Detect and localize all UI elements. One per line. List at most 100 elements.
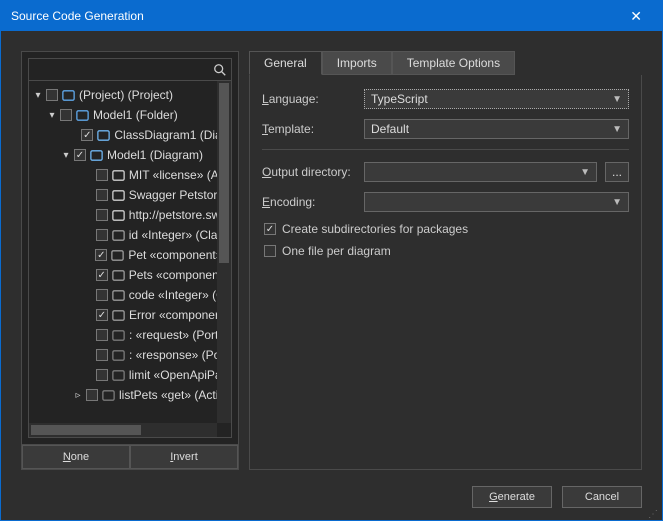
window-title: Source Code Generation (11, 9, 144, 23)
tree-node-label: (Project) (Project) (79, 88, 173, 102)
tree-checkbox[interactable] (86, 389, 98, 401)
tree-node-label: Pet «component» (C (128, 248, 231, 262)
one-file-checkbox[interactable] (264, 245, 276, 257)
tab-template-options[interactable]: Template Options (392, 51, 515, 75)
tree-node-icon (110, 248, 125, 263)
tree-node-label: Model1 (Folder) (93, 108, 178, 122)
tree-row[interactable]: ▾ Model1 (Diagram) (29, 145, 231, 165)
tree-checkbox[interactable] (96, 229, 108, 241)
language-value: TypeScript (371, 92, 428, 106)
tree-node-icon (111, 168, 126, 183)
tree-row[interactable]: MIT «license» (Artif (29, 165, 231, 185)
tree-checkbox[interactable] (96, 289, 108, 301)
tree-checkbox[interactable] (95, 249, 107, 261)
tree-node-icon (101, 388, 116, 403)
invert-button[interactable]: Invert (130, 445, 238, 469)
resize-grip[interactable]: ⋰ (648, 513, 659, 517)
tree-node-icon (111, 348, 126, 363)
tree-row[interactable]: Swagger Petstore « (29, 185, 231, 205)
tree-node-label: Pets «componentAr (129, 268, 231, 282)
tree-node-icon (61, 88, 76, 103)
tree-node-label: : «request» (Port) (129, 328, 222, 342)
one-file-label: One file per diagram (282, 244, 391, 258)
encoding-select[interactable]: ▼ (364, 192, 629, 212)
tree-checkbox[interactable] (74, 149, 86, 161)
tree-node-icon (111, 208, 126, 223)
tree-row[interactable]: : «request» (Port) (29, 325, 231, 345)
tree-checkbox[interactable] (96, 209, 108, 221)
tree-node-icon (111, 368, 126, 383)
tree-checkbox[interactable] (96, 309, 108, 321)
tree-row[interactable]: Error «component» (29, 305, 231, 325)
tree-checkbox[interactable] (96, 189, 108, 201)
output-dir-select[interactable]: ▼ (364, 162, 597, 182)
search-icon (213, 63, 227, 77)
scrollbar-thumb[interactable] (31, 425, 141, 435)
tree-node-label: code «Integer» (Cla (129, 288, 231, 302)
none-button[interactable]: None (22, 445, 130, 469)
tree-row[interactable]: ▹ listPets «get» (Activ (29, 385, 231, 405)
tree-node-label: http://petstore.swag (129, 208, 231, 222)
tree-node-label: listPets «get» (Activ (119, 388, 224, 402)
tree-node-icon (111, 228, 126, 243)
generate-button[interactable]: Generate (472, 486, 552, 508)
tree-row[interactable]: id «Integer» (Class) (29, 225, 231, 245)
tree-checkbox[interactable] (96, 349, 108, 361)
tree-panel: ▾ (Project) (Project) ▾ Model1 (Folder) Clas… (21, 51, 239, 470)
language-select[interactable]: TypeScript ▼ (364, 89, 629, 109)
tree-twisty-icon[interactable]: ▹ (73, 390, 83, 401)
tab-imports[interactable]: Imports (322, 51, 392, 75)
tree-node-icon (89, 148, 104, 163)
tab-bar: General Imports Template Options (249, 51, 642, 75)
tree-node-icon (111, 288, 126, 303)
tree-checkbox[interactable] (60, 109, 72, 121)
tree-twisty-icon[interactable]: ▾ (33, 90, 43, 101)
tree-node-icon (75, 108, 90, 123)
close-icon[interactable]: ✕ (620, 4, 652, 29)
tree-node-icon (111, 308, 126, 323)
browse-button[interactable]: ... (605, 162, 629, 182)
chevron-down-icon: ▼ (612, 124, 622, 135)
tree-checkbox[interactable] (96, 169, 108, 181)
tree-node-label: id «Integer» (Class) (129, 228, 231, 242)
chevron-down-icon: ▼ (580, 167, 590, 178)
tree-node-label: Swagger Petstore « (129, 188, 231, 202)
chevron-down-icon: ▼ (612, 94, 622, 105)
tree-checkbox[interactable] (96, 369, 108, 381)
encoding-label: Encoding: (262, 195, 356, 209)
tree-row[interactable]: ▾ Model1 (Folder) (29, 105, 231, 125)
tree-node-label: ClassDiagram1 (Diagra (114, 128, 231, 142)
tab-general[interactable]: General (249, 51, 322, 75)
template-select[interactable]: Default ▼ (364, 119, 629, 139)
tree-checkbox[interactable] (96, 329, 108, 341)
tree-search-bar[interactable] (29, 59, 231, 81)
tree-node-label: limit «OpenApiPara (129, 368, 231, 382)
tree-twisty-icon[interactable]: ▾ (61, 150, 71, 161)
tree-row[interactable]: : «response» (Port) (29, 345, 231, 365)
tree-row[interactable]: limit «OpenApiPara (29, 365, 231, 385)
chevron-down-icon: ▼ (612, 197, 622, 208)
tree-node-icon (96, 128, 111, 143)
tree-row[interactable]: code «Integer» (Cla (29, 285, 231, 305)
language-label: Language: (262, 92, 356, 106)
project-tree[interactable]: ▾ (Project) (Project) ▾ Model1 (Folder) Clas… (29, 81, 231, 437)
tree-node-icon (111, 188, 126, 203)
tree-checkbox[interactable] (81, 129, 93, 141)
tree-row[interactable]: Pet «component» (C (29, 245, 231, 265)
tree-row[interactable]: Pets «componentAr (29, 265, 231, 285)
tree-checkbox[interactable] (96, 269, 108, 281)
tree-row[interactable]: ClassDiagram1 (Diagra (29, 125, 231, 145)
scrollbar-thumb[interactable] (219, 83, 229, 263)
create-subdirs-label: Create subdirectories for packages (282, 222, 468, 236)
output-dir-label: Output directory: (262, 165, 356, 179)
tree-row[interactable]: http://petstore.swag (29, 205, 231, 225)
cancel-button[interactable]: Cancel (562, 486, 642, 508)
tab-panel-general: Language: TypeScript ▼ Template: Default… (249, 75, 642, 470)
tree-row[interactable]: ▾ (Project) (Project) (29, 85, 231, 105)
tree-node-label: Model1 (Diagram) (107, 148, 203, 162)
tree-checkbox[interactable] (46, 89, 58, 101)
tree-scrollbar-vertical[interactable] (217, 81, 231, 423)
create-subdirs-checkbox[interactable] (264, 223, 276, 235)
tree-twisty-icon[interactable]: ▾ (47, 110, 57, 121)
tree-scrollbar-horizontal[interactable] (29, 423, 217, 437)
